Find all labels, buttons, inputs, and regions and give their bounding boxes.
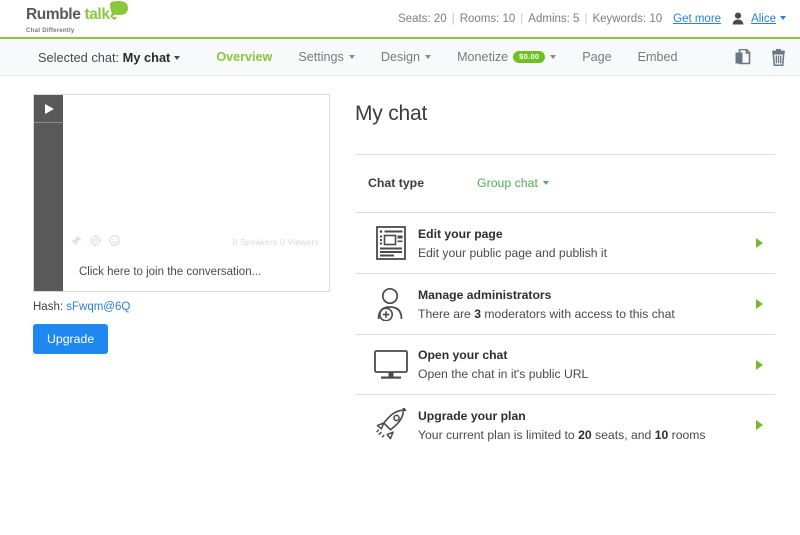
chat-type-row: Chat type Group chat [355,155,775,212]
caret-down-icon [425,55,431,59]
tab-embed[interactable]: Embed [638,50,678,64]
action-row-open-chat[interactable]: Open your chat Open the chat in it's pub… [355,335,775,395]
caret-down-icon [174,56,180,60]
action-title: Upgrade your plan [418,409,747,423]
hash-label: Hash: [33,301,63,313]
action-desc: Your current plan is limited to 20 seats… [418,428,747,442]
tab-overview[interactable]: Overview [216,50,272,64]
chat-type-label: Chat type [368,176,424,190]
tab-overview-label: Overview [216,50,272,64]
tab-settings[interactable]: Settings [298,50,355,64]
stat-keywords: Keywords: 10 [592,13,662,25]
action-title: Edit your page [418,227,747,241]
action-desc-post: rooms [668,428,705,442]
action-desc-seats: 20 [578,428,592,442]
action-row-edit-page[interactable]: Edit your page Edit your public page and… [355,213,775,274]
add-user-icon [368,287,414,321]
duplicate-icon[interactable] [735,49,751,66]
user-menu[interactable]: Alice [751,13,786,25]
selected-chat-dropdown[interactable]: Selected chat: My chat [38,50,180,65]
stat-separator: | [452,13,455,25]
action-desc-post: moderators with access to this chat [481,307,675,321]
logo-tagline: Chat Differently [26,28,130,34]
chat-preview-widget[interactable]: 0 Speakers 0 Viewers Click here to join … [33,94,330,292]
stat-seats: Seats: 20 [398,13,447,25]
action-desc-text: Open the chat in it's public URL [418,367,588,381]
action-desc-pre: Your current plan is limited to [418,428,578,442]
chat-widget-sidebar [34,95,63,291]
chat-presence-counts: 0 Speakers 0 Viewers [232,237,319,247]
chat-widget-toolbar: 0 Speakers 0 Viewers [63,231,329,253]
upgrade-button[interactable]: Upgrade [33,324,108,354]
caret-down-icon [543,181,549,185]
action-title: Open your chat [418,348,747,362]
page-layout-icon [368,226,414,260]
caret-down-icon [550,55,556,59]
page-content: 0 Speakers 0 Viewers Click here to join … [0,76,800,455]
selected-chat-prefix: Selected chat: [38,50,119,65]
arrow-right-icon[interactable] [747,238,771,248]
tab-design[interactable]: Design [381,50,431,64]
logo-text-talk: talk [84,7,109,23]
selected-chat-name: My chat [123,50,171,65]
stat-separator: | [584,13,587,25]
tab-settings-label: Settings [298,50,344,64]
action-desc: Edit your public page and publish it [418,246,747,260]
action-desc: There are 3 moderators with access to th… [418,307,747,321]
chat-type-value: Group chat [477,176,538,190]
right-column: My chat Chat type Group chat [345,76,800,455]
tab-page-label: Page [582,50,611,64]
action-desc-text: Edit your public page and publish it [418,246,607,260]
tab-monetize[interactable]: Monetize $0.00 [457,50,556,64]
action-title: Manage administrators [418,288,747,302]
action-row-upgrade-plan[interactable]: Upgrade your plan Your current plan is l… [355,395,775,455]
action-desc: Open the chat in it's public URL [418,367,747,381]
get-more-link[interactable]: Get more [673,13,721,25]
top-bar: Rumble talk Chat Differently Seats: 20 |… [0,0,800,37]
chat-widget-body: 0 Speakers 0 Viewers Click here to join … [63,95,329,291]
chat-widget-play-button[interactable] [34,95,63,123]
monitor-icon [368,350,414,380]
action-desc-mid: seats, and [592,428,655,442]
tab-embed-label: Embed [638,50,678,64]
caret-down-icon [349,55,355,59]
action-list: Edit your page Edit your public page and… [355,212,775,455]
chat-type-dropdown[interactable]: Group chat [477,176,549,190]
tab-page[interactable]: Page [582,50,611,64]
top-bar-right: Seats: 20 | Rooms: 10 | Admins: 5 | Keyw… [398,12,786,25]
arrow-right-icon[interactable] [747,299,771,309]
chat-join-input[interactable]: Click here to join the conversation... [63,253,329,291]
hash-value[interactable]: sFwqm@6Q [66,301,130,313]
action-row-manage-administrators[interactable]: Manage administrators There are 3 modera… [355,274,775,335]
tab-monetize-label: Monetize [457,50,508,64]
pin-icon[interactable] [71,233,82,251]
arrow-right-icon[interactable] [747,420,771,430]
play-icon [45,104,54,114]
speech-bubble-icon [108,0,130,26]
brand-logo[interactable]: Rumble talk Chat Differently [26,2,130,34]
action-desc-count: 3 [474,307,481,321]
stat-rooms: Rooms: 10 [460,13,516,25]
arrow-right-icon[interactable] [747,360,771,370]
caret-down-icon [780,16,786,20]
trash-icon[interactable] [771,49,786,66]
nav-action-icons [735,49,786,66]
tab-design-label: Design [381,50,420,64]
page-title: My chat [355,102,775,126]
action-desc-rooms: 10 [655,428,669,442]
user-name: Alice [751,13,776,25]
person-icon [732,12,744,25]
chat-message-area [63,95,329,231]
stat-admins: Admins: 5 [528,13,579,25]
logo-text-rumble: Rumble [26,7,80,23]
emoji-icon[interactable] [109,233,120,251]
chat-hash: Hash: sFwqm@6Q [33,301,345,313]
left-column: 0 Speakers 0 Viewers Click here to join … [0,76,345,455]
stat-separator: | [520,13,523,25]
main-nav-bar: Selected chat: My chat Overview Settings… [0,37,800,76]
monetize-amount-badge: $0.00 [513,51,545,64]
action-desc-pre: There are [418,307,474,321]
rocket-icon [368,408,414,442]
gear-icon[interactable] [90,233,101,251]
